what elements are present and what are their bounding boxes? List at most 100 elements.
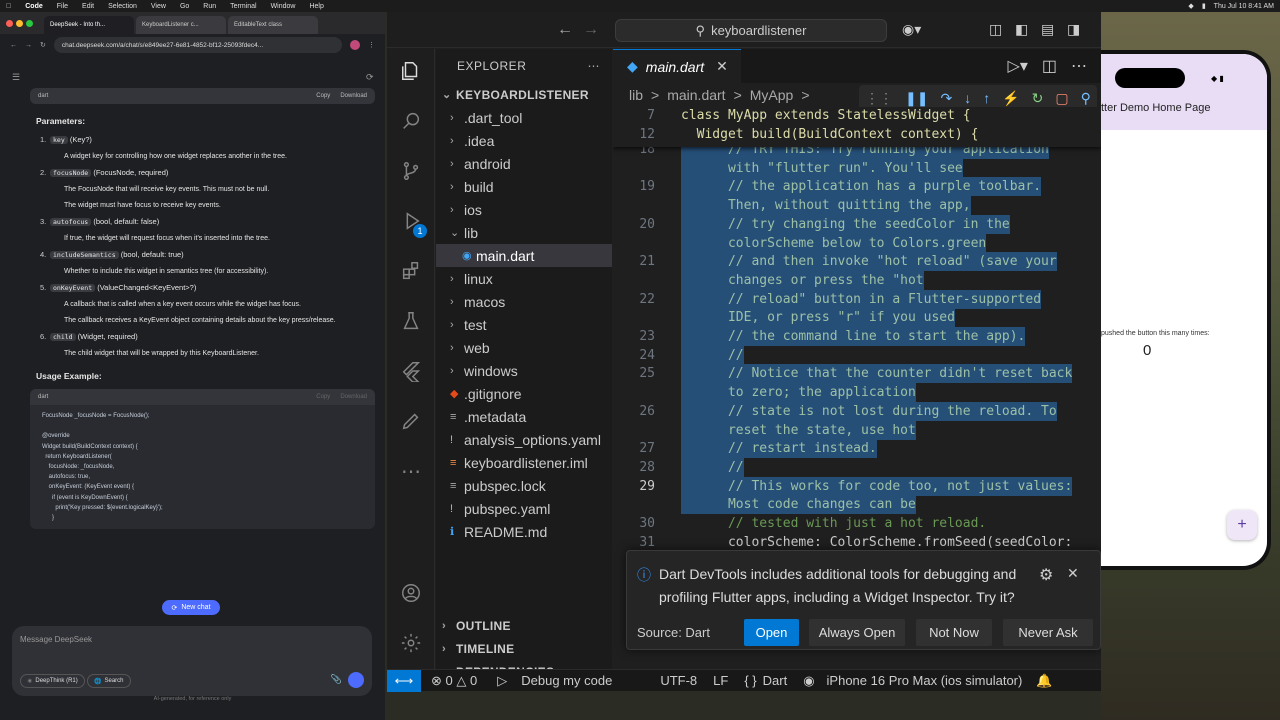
device-selector[interactable]: iPhone 16 Pro Max (ios simulator) (827, 673, 1023, 688)
code-editor[interactable]: 7 class MyApp extends StatelessWidget {12… (613, 107, 1101, 567)
nav-forward-icon[interactable]: → (583, 21, 599, 39)
code-line[interactable]: colorScheme below to Colors.green (613, 233, 1093, 253)
code-line[interactable]: 28 // (613, 457, 1093, 477)
extensions-icon[interactable] (399, 259, 423, 283)
menu-selection[interactable]: Selection (108, 3, 137, 10)
download-button[interactable]: Download (340, 394, 367, 400)
never-ask-button[interactable]: Never Ask (1003, 619, 1093, 646)
menu-view[interactable]: View (151, 3, 166, 10)
editor-more-icon[interactable]: ⋯ (1071, 56, 1087, 76)
tree-item[interactable]: › .dart_tool (436, 106, 612, 129)
menu-app-name[interactable]: Code (25, 3, 43, 10)
tree-item[interactable]: ! analysis_options.yaml (436, 428, 612, 451)
stop-icon[interactable]: ▢ (1055, 90, 1068, 107)
more-icon[interactable]: ⋯ (399, 459, 423, 483)
menubar-clock[interactable]: Thu Jul 10 8:41 AM (1214, 3, 1274, 10)
browser-menu-icon[interactable]: ⋮ (368, 41, 375, 49)
apple-icon[interactable]:  (6, 3, 11, 10)
split-editor-icon[interactable]: ◫ (1042, 56, 1057, 76)
code-line[interactable]: 25 // Notice that the counter didn't res… (613, 364, 1093, 384)
wifi-icon[interactable]: ◆ (1188, 2, 1193, 10)
tree-item[interactable]: › windows (436, 359, 612, 382)
problems-indicator[interactable]: ⊗ 0 △ 0 (431, 673, 477, 689)
menu-edit[interactable]: Edit (82, 3, 94, 10)
search-toggle[interactable]: 🌐 Search (87, 674, 131, 688)
notifications-bell-icon[interactable]: 🔔 (1036, 673, 1052, 689)
debug-config[interactable]: Debug my code (521, 673, 612, 688)
run-dropdown-icon[interactable]: ▷▾ (1008, 56, 1028, 76)
tree-item[interactable]: ≡ keyboardlistener.iml (436, 451, 612, 474)
section-timeline[interactable]: › TIMELINE (436, 637, 612, 660)
copy-button[interactable]: Copy (316, 93, 330, 99)
step-over-icon[interactable]: ↷ (940, 90, 952, 107)
tree-item[interactable]: › .idea (436, 129, 612, 152)
tree-item[interactable]: ◉ main.dart (436, 244, 612, 267)
debug-config-icon[interactable]: ▷ (497, 673, 507, 689)
tree-item[interactable]: › macos (436, 290, 612, 313)
toggle-panel-icon[interactable]: ▤ (1041, 21, 1054, 38)
reload-icon[interactable]: ↻ (40, 41, 46, 49)
flutter-icon[interactable] (399, 359, 423, 383)
restart-icon[interactable]: ↻ (1032, 90, 1044, 107)
new-chat-button[interactable]: ⟳ New chat (162, 600, 220, 615)
tree-item[interactable]: › linux (436, 267, 612, 290)
tab-main-dart[interactable]: ◆ main.dart ✕ (613, 49, 741, 83)
section-outline[interactable]: › OUTLINE (436, 614, 612, 637)
tree-item[interactable]: › test (436, 313, 612, 336)
copilot-status-icon[interactable]: ◉ (803, 673, 814, 689)
pause-icon[interactable]: ❚❚ (905, 90, 928, 107)
code-line[interactable]: 21 // and then invoke "hot reload" (save… (613, 252, 1093, 272)
menu-run[interactable]: Run (203, 3, 216, 10)
toggle-secondary-sidebar-icon[interactable]: ◨ (1067, 21, 1080, 38)
breadcrumb-class[interactable]: MyApp (750, 87, 794, 103)
sidebar-toggle-icon[interactable]: ☰ (12, 72, 20, 83)
always-open-button[interactable]: Always Open (809, 619, 905, 646)
remote-indicator[interactable]: ⟷ (387, 669, 421, 692)
tree-item[interactable]: ≡ pubspec.lock (436, 474, 612, 497)
close-tab-icon[interactable]: ✕ (716, 58, 728, 75)
code-line[interactable]: 23 // the command line to start the app)… (613, 327, 1093, 346)
step-out-icon[interactable]: ↑ (983, 90, 990, 106)
tree-item[interactable]: ≡ .metadata (436, 405, 612, 428)
code-line[interactable]: 26 // state is not lost during the reloa… (613, 401, 1093, 421)
accounts-icon[interactable] (399, 581, 423, 605)
menu-file[interactable]: File (57, 3, 68, 10)
source-control-icon[interactable] (399, 159, 423, 183)
search-view-icon[interactable] (399, 109, 423, 133)
tree-item[interactable]: › ios (436, 198, 612, 221)
code-line[interactable]: 30 // tested with just a hot reload. (613, 514, 1093, 533)
notification-close-icon[interactable]: ✕ (1067, 565, 1079, 582)
tree-item[interactable]: ! pubspec.yaml (436, 497, 612, 520)
tree-item[interactable]: › android (436, 152, 612, 175)
project-root[interactable]: ⌄ KEYBOARDLISTENER (436, 83, 612, 106)
drag-handle-icon[interactable]: ⋮⋮ (865, 90, 893, 107)
code-line[interactable]: 29 // This works for code too, not just … (613, 476, 1093, 496)
code-line[interactable]: reset the state, use hot (613, 420, 1093, 440)
eol[interactable]: LF (713, 673, 728, 688)
code-line[interactable]: 22 // reload" button in a Flutter-suppor… (613, 289, 1093, 309)
command-center[interactable]: ⚲ keyboardlistener (615, 19, 887, 42)
breadcrumb-lib[interactable]: lib (629, 87, 643, 103)
code-line[interactable]: Then, without quitting the app, (613, 196, 1093, 216)
inspect-widget-icon[interactable]: ⚲ (1081, 90, 1091, 107)
tree-item[interactable]: ℹ README.md (436, 520, 612, 543)
nav-back-icon[interactable]: ← (557, 21, 573, 39)
code-line[interactable]: to zero; the application (613, 383, 1093, 403)
testing-icon[interactable] (399, 309, 423, 333)
explorer-more-icon[interactable]: ⋯ (588, 59, 601, 73)
hot-reload-icon[interactable]: ⚡ (1002, 90, 1019, 107)
code-line[interactable]: with "flutter run". You'll see (613, 158, 1093, 178)
sticky-line[interactable]: 12 Widget build(BuildContext context) { (613, 125, 1093, 144)
customize-layout-icon[interactable]: ◫ (989, 21, 1002, 38)
tree-item[interactable]: ⌄ lib (436, 221, 612, 244)
address-bar[interactable]: chat.deepseek.com/a/chat/s/e849ee27-6e81… (53, 37, 342, 53)
edit-icon[interactable] (399, 409, 423, 433)
menu-help[interactable]: Help (309, 3, 323, 10)
back-icon[interactable]: ← (10, 42, 17, 49)
code-line[interactable]: Most code changes can be (613, 495, 1093, 515)
menu-window[interactable]: Window (271, 3, 296, 10)
copy-button[interactable]: Copy (316, 394, 330, 400)
code-line[interactable]: 24 // (613, 345, 1093, 365)
notification-settings-icon[interactable]: ⚙ (1039, 565, 1053, 585)
breadcrumb-file[interactable]: main.dart (667, 87, 725, 103)
